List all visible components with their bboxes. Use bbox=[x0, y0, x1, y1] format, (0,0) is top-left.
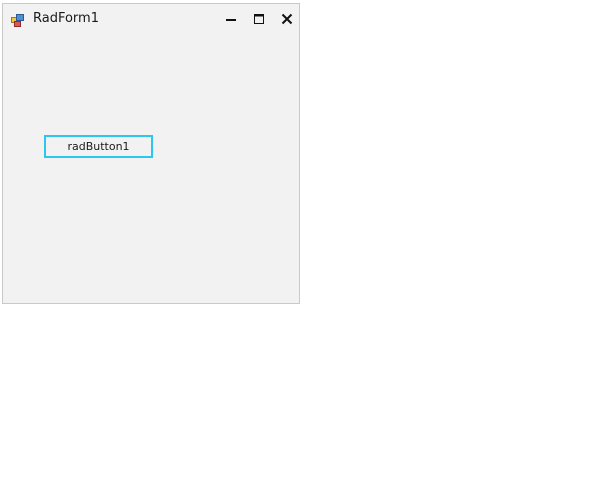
minimize-icon bbox=[226, 19, 236, 21]
rad-form-window: RadForm1 radButton1 bbox=[2, 3, 300, 304]
window-title: RadForm1 bbox=[33, 11, 99, 26]
maximize-button[interactable] bbox=[247, 8, 271, 30]
close-icon bbox=[281, 13, 293, 25]
minimize-button[interactable] bbox=[219, 8, 243, 30]
rad-button-1[interactable]: radButton1 bbox=[44, 135, 153, 158]
form-app-icon bbox=[11, 12, 24, 27]
title-bar[interactable]: RadForm1 bbox=[3, 4, 299, 34]
maximize-icon bbox=[254, 14, 264, 24]
close-button[interactable] bbox=[275, 8, 299, 30]
